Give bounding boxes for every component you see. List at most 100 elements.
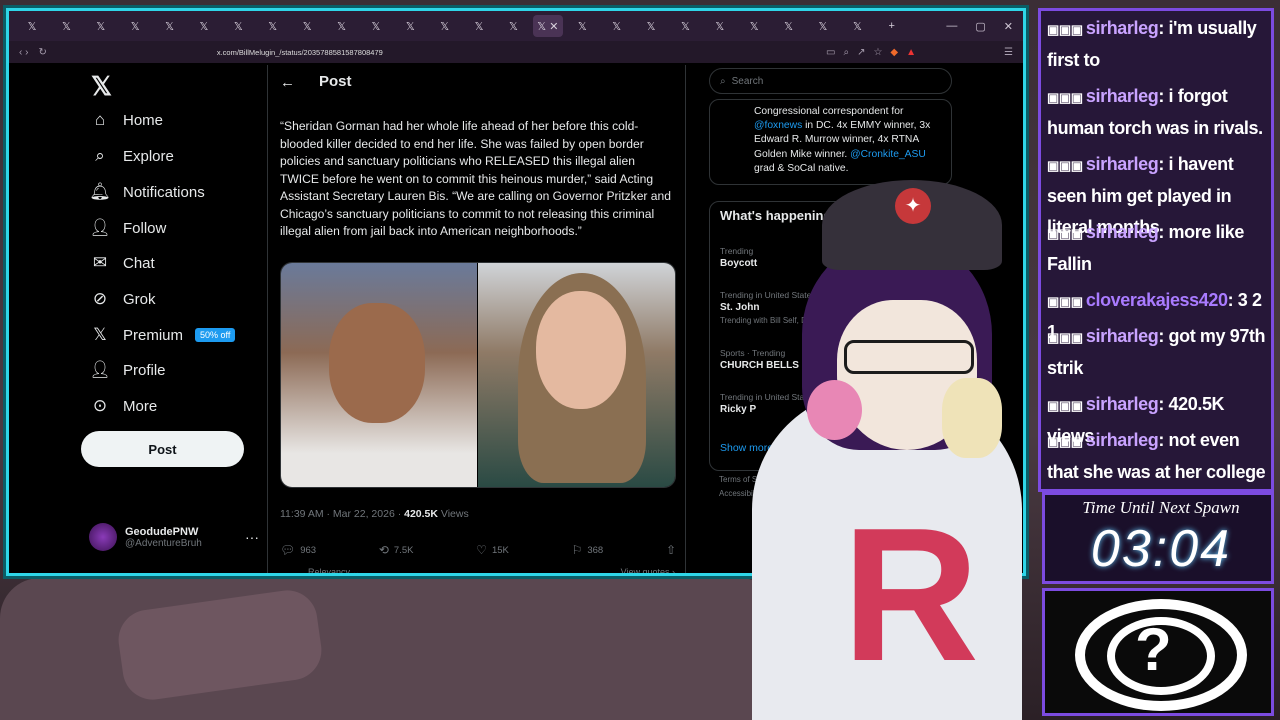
tab-bar: 𝕏 𝕏 𝕏 𝕏 𝕏 𝕏 𝕏 𝕏 𝕏 𝕏 𝕏 𝕏 𝕏 𝕏 𝕏 𝕏 ✕ 𝕏 𝕏 𝕏 … (9, 11, 1023, 41)
browser-tab[interactable]: 𝕏 (808, 15, 838, 37)
post-column: ← Post “Sheridan Gorman had her whole li… (267, 65, 686, 573)
maple-leaf-icon: ✦ (895, 188, 931, 224)
bookmark-star-icon[interactable]: ☆ (873, 47, 882, 58)
nav-grok[interactable]: ⊘ Grok (89, 284, 156, 314)
post-media[interactable] (280, 262, 676, 488)
vtuber-avatar: R ✦ (712, 180, 1038, 720)
browser-tab[interactable]: 𝕏 (842, 15, 872, 37)
browser-tab[interactable]: 𝕏 (739, 15, 769, 37)
nav-profile[interactable]: 👤︎ Profile (89, 355, 165, 385)
browser-tab[interactable]: 𝕏 (17, 15, 47, 37)
browser-tab[interactable]: 𝕏 (670, 15, 700, 37)
browser-tab[interactable]: 𝕏 (636, 15, 666, 37)
url-field[interactable]: x.com/BillMelugin_/status/20357885815878… (217, 48, 383, 57)
nav-premium[interactable]: 𝕏 Premium 50% off (89, 320, 236, 350)
bio-link[interactable]: @Cronkite_ASU (850, 149, 926, 160)
post-image-1[interactable] (281, 263, 477, 487)
extension-icon[interactable]: ▭ (826, 47, 835, 58)
browser-tab[interactable]: 𝕏 (189, 15, 219, 37)
mystery-spawn-logo: ? (1042, 588, 1274, 716)
meowth-plush (942, 378, 1002, 458)
search-icon: ⌕ (95, 146, 105, 165)
browser-tab[interactable]: 𝕏 (464, 15, 494, 37)
bookmark-icon: ⚐ (571, 543, 583, 557)
grok-icon: ⊘ (92, 289, 108, 308)
bio-link[interactable]: @foxnews (754, 120, 802, 131)
browser-tab[interactable]: 𝕏 (498, 15, 528, 37)
browser-tab[interactable]: 𝕏 (430, 15, 460, 37)
nav-explore[interactable]: ⌕ Explore (89, 141, 174, 171)
browser-tab[interactable]: 𝕏 (292, 15, 322, 37)
post-text: “Sheridan Gorman had her whole life ahea… (280, 119, 671, 238)
close-icon[interactable]: ✕ (1004, 20, 1013, 33)
window-controls: — ▢ ✕ (946, 20, 1023, 33)
post-timestamp: 11:39 AM · Mar 22, 2026 · 420.5K Views (280, 508, 469, 520)
address-bar: ‹ › ↻ x.com/BillMelugin_/status/20357885… (9, 41, 1023, 63)
chat-badges-icon: ▣▣▣ (1047, 398, 1086, 413)
chat-badges-icon: ▣▣▣ (1047, 158, 1086, 173)
avatar (89, 523, 117, 551)
browser-tab[interactable]: 𝕏 (258, 15, 288, 37)
reply-button[interactable]: 💬︎ 963 (280, 543, 316, 557)
account-switcher[interactable]: GeodudePNW @AdventureBruh ··· (89, 523, 259, 551)
question-mark-icon: ? (1135, 616, 1172, 683)
nav-home[interactable]: ⌂ Home (89, 105, 163, 135)
timer-value: 03:04 (1090, 520, 1232, 578)
browser-tab[interactable]: 𝕏 (223, 15, 253, 37)
nav-more[interactable]: ⊙ More (89, 391, 157, 421)
spawn-timer: Time Until Next Spawn 03:04 (1042, 492, 1274, 584)
browser-tab[interactable]: 𝕏 (602, 15, 632, 37)
more-dots-icon[interactable]: ··· (245, 529, 259, 545)
chat-message: ▣▣▣ sirharleg: i'm usually first to (1047, 18, 1257, 70)
like-button[interactable]: ♡ 15K (476, 543, 509, 557)
view-quotes-link[interactable]: View quotes › (621, 567, 675, 573)
nav-chat[interactable]: ✉ Chat (89, 248, 155, 278)
page-title: Post (319, 73, 352, 90)
browser-tab[interactable]: 𝕏 (120, 15, 150, 37)
chat-badges-icon: ▣▣▣ (1047, 294, 1086, 309)
new-tab-button[interactable]: + (877, 15, 907, 37)
views-count: 420.5K (404, 508, 438, 520)
browser-tab[interactable]: 𝕏 (567, 15, 597, 37)
account-handle: @AdventureBruh (125, 537, 202, 549)
search-input[interactable]: ⌕ Search (709, 68, 952, 94)
couch (0, 578, 780, 720)
nav-follow[interactable]: 👤︎ Follow (89, 213, 166, 243)
chat-badges-icon: ▣▣▣ (1047, 22, 1086, 37)
back-nav-icon[interactable]: ‹ › (19, 47, 28, 58)
nav-notifications[interactable]: 🔔︎ Notifications (89, 177, 205, 207)
browser-tab[interactable]: 𝕏 (774, 15, 804, 37)
browser-tab[interactable]: 𝕏 (327, 15, 357, 37)
browser-tab[interactable]: 𝕏 (86, 15, 116, 37)
post-image-2[interactable] (477, 263, 675, 487)
photo-face (329, 303, 425, 423)
sort-relevancy[interactable]: Relevancy ⌄ (308, 567, 360, 573)
x-logo-icon[interactable]: 𝕏 (91, 71, 112, 102)
browser-tab[interactable]: 𝕏 (361, 15, 391, 37)
reload-icon[interactable]: ↻ (38, 47, 46, 58)
share-button[interactable]: ⇧ (666, 543, 676, 557)
repost-button[interactable]: ⟲ 7.5K (379, 543, 414, 557)
chat-message: ▣▣▣ sirharleg: i forgot human torch was … (1047, 86, 1263, 138)
bookmark-button[interactable]: ⚐ 368 (572, 543, 604, 557)
post-button[interactable]: Post (81, 431, 244, 467)
browser-tab[interactable]: 𝕏 (395, 15, 425, 37)
maximize-icon[interactable]: ▢ (975, 20, 985, 33)
extension-icons: ▭ ⌕ ↗ ☆ ◆ ▲ ☰ (826, 47, 1013, 58)
person-add-icon: 👤︎ (89, 218, 111, 237)
browser-tab[interactable]: 𝕏 (51, 15, 81, 37)
browser-tab[interactable]: 𝕏 (705, 15, 735, 37)
rewards-icon[interactable]: ▲ (906, 47, 916, 58)
heart-icon: ♡ (476, 543, 487, 557)
minimize-icon[interactable]: — (946, 20, 957, 33)
account-name: GeodudePNW (125, 525, 199, 538)
zoom-icon[interactable]: ⌕ (843, 47, 849, 58)
menu-icon[interactable]: ☰ (1004, 47, 1013, 58)
share-icon[interactable]: ↗ (857, 47, 865, 58)
post-actions: 💬︎ 963 ⟲ 7.5K ♡ 15K ⚐ 368 ⇧ (280, 543, 676, 557)
back-arrow-icon[interactable]: ← (280, 74, 295, 91)
browser-tab-active[interactable]: 𝕏 ✕ (532, 15, 563, 37)
pink-plush (807, 380, 862, 440)
brave-shield-icon[interactable]: ◆ (890, 47, 898, 58)
browser-tab[interactable]: 𝕏 (155, 15, 185, 37)
